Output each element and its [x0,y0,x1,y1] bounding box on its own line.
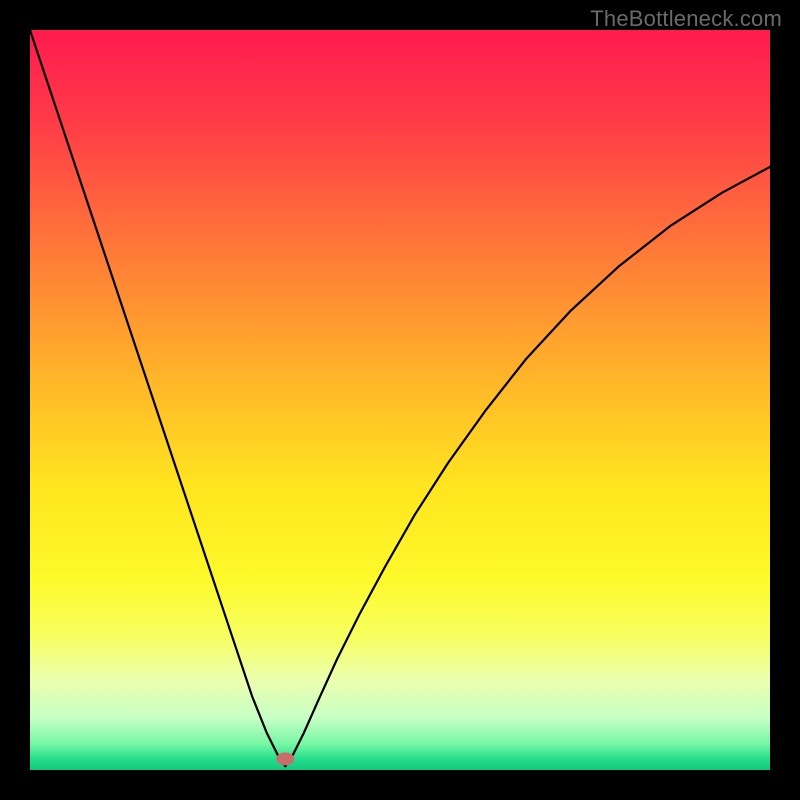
optimum-marker [276,752,294,765]
watermark-text: TheBottleneck.com [590,6,782,32]
chart-frame: TheBottleneck.com [0,0,800,800]
gradient-background [30,30,770,770]
chart-plot [30,30,770,770]
